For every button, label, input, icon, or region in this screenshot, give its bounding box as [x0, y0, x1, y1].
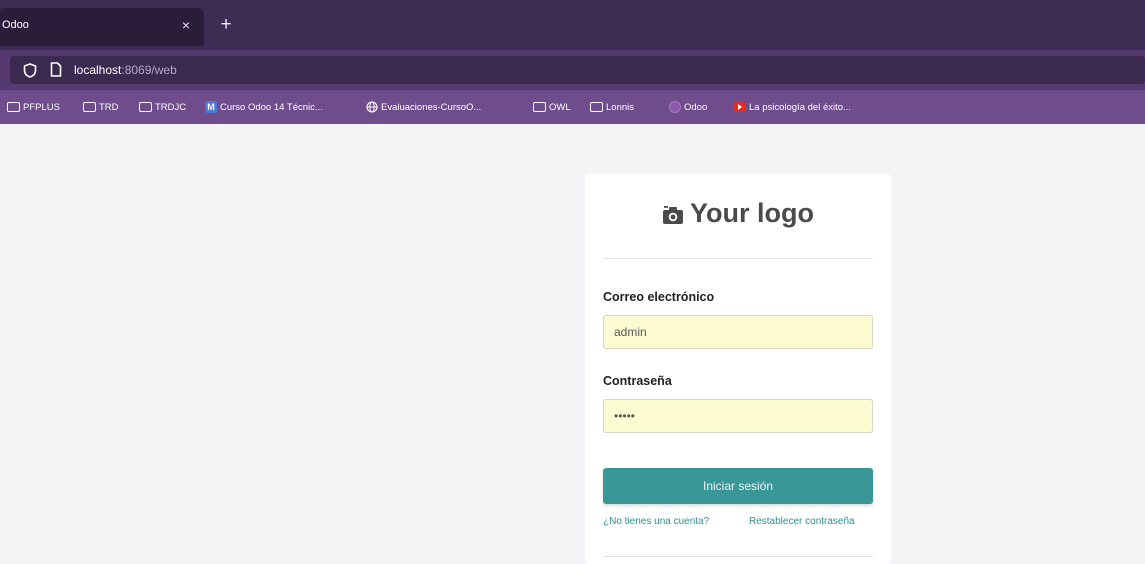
youtube-icon [733, 102, 746, 112]
bookmark-label: TRD [99, 101, 119, 113]
bookmark-label: La psicología del éxito... [749, 101, 851, 113]
folder-icon [7, 102, 20, 112]
close-tab-icon[interactable]: × [178, 17, 194, 33]
page-icon[interactable] [50, 62, 62, 77]
url-path: :8069/web [121, 63, 177, 77]
new-tab-icon[interactable]: + [215, 15, 237, 37]
login-card: Your logo Correo electrónico Contraseña … [585, 174, 891, 564]
bookmark-label: TRDJC [155, 101, 187, 113]
signup-link[interactable]: ¿No tienes una cuenta? [603, 516, 709, 527]
url-text[interactable]: localhost:8069/web [74, 63, 177, 77]
camera-icon [663, 205, 683, 224]
m-icon: M [205, 101, 217, 113]
divider [603, 258, 873, 259]
bookmark-odoo[interactable]: Odoo [669, 98, 707, 116]
shield-icon[interactable] [23, 63, 37, 78]
bookmark-trd[interactable]: TRD [83, 98, 119, 116]
bookmark-evaluaciones[interactable]: Evaluaciones-CursoO... [366, 98, 481, 116]
bookmark-label: Evaluaciones-CursoO... [381, 101, 482, 113]
reset-password-link[interactable]: Restablecer contraseña [749, 516, 855, 527]
divider [603, 556, 873, 557]
globe-icon [366, 101, 378, 113]
password-label: Contraseña [603, 374, 672, 388]
bookmark-label: PFPLUS [23, 101, 60, 113]
address-bar[interactable]: localhost:8069/web [10, 56, 1145, 84]
bookmark-label: Curso Odoo 14 Técnic... [220, 101, 323, 113]
bookmark-label: Lonnis [606, 101, 634, 113]
tab-title: Odoo [2, 19, 29, 31]
bookmarks-bar: PFPLUS TRD TRDJC M Curso Odoo 14 Técnic.… [0, 90, 1145, 124]
folder-icon [590, 102, 603, 112]
url-host: localhost [74, 63, 122, 77]
email-field[interactable] [603, 315, 873, 349]
bookmark-trdjc[interactable]: TRDJC [139, 98, 186, 116]
bookmark-label: Odoo [684, 101, 708, 113]
bookmark-lonnis[interactable]: Lonnis [590, 98, 634, 116]
login-button[interactable]: Iniciar sesión [603, 468, 873, 504]
browser-tab[interactable]: Odoo × [0, 8, 204, 46]
navigation-bar: localhost:8069/web [0, 50, 1145, 90]
folder-icon [139, 102, 152, 112]
bookmark-owl[interactable]: OWL [533, 98, 571, 116]
folder-icon [83, 102, 96, 112]
odoo-icon [669, 101, 681, 113]
email-label: Correo electrónico [603, 290, 715, 304]
logo-text: Your logo [690, 198, 814, 228]
page-content: Your logo Correo electrónico Contraseña … [0, 124, 1145, 564]
password-field[interactable] [603, 399, 873, 433]
tab-bar: Odoo × + [0, 0, 1145, 50]
bookmark-label: OWL [549, 101, 571, 113]
bookmark-pfplus[interactable]: PFPLUS [7, 98, 60, 116]
folder-icon [533, 102, 546, 112]
bookmark-psicologia[interactable]: La psicología del éxito... [733, 98, 851, 116]
bookmark-curso-odoo[interactable]: M Curso Odoo 14 Técnic... [205, 98, 323, 116]
company-logo: Your logo [585, 198, 891, 229]
